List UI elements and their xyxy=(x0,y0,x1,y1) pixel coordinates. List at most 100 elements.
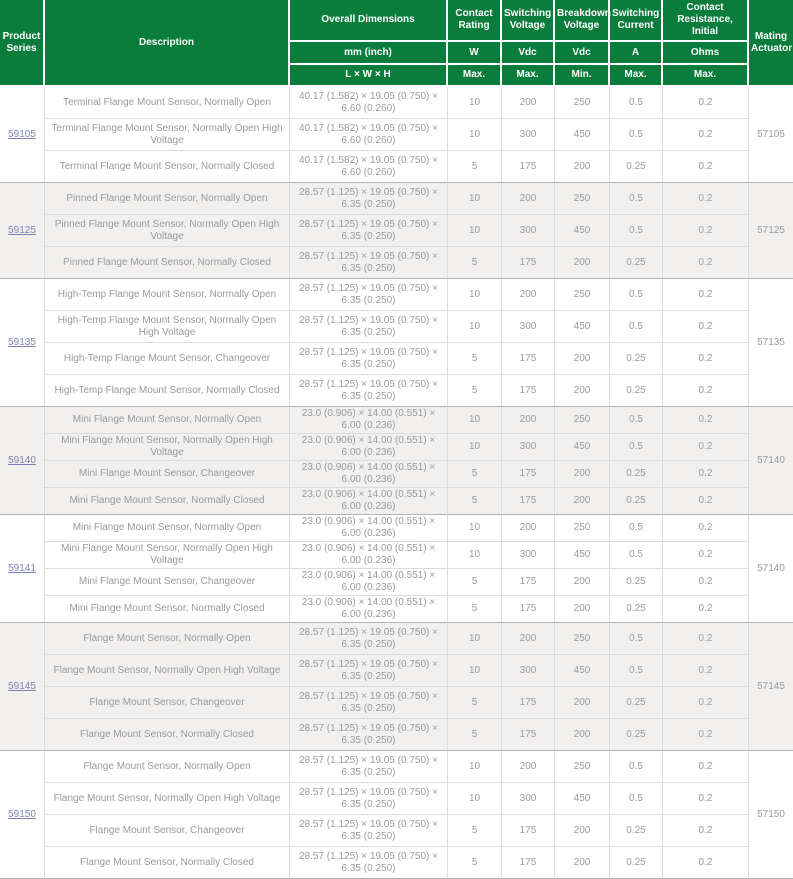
description-cell: Pinned Flange Mount Sensor, Normally Ope… xyxy=(45,215,290,247)
dimensions-cell: 28.57 (1.125) × 19.05 (0.750) × 6.35 (0.… xyxy=(290,687,448,719)
breakdown-voltage-cell: 250 xyxy=(555,183,610,215)
table-row: Mini Flange Mount Sensor, Normally Close… xyxy=(0,488,793,515)
product-series-link[interactable]: 59105 xyxy=(8,129,36,140)
description-cell: Mini Flange Mount Sensor, Normally Close… xyxy=(45,488,290,515)
unit-contact-resistance: Ohms xyxy=(663,42,749,65)
table-row: Flange Mount Sensor, Normally Closed 28.… xyxy=(0,719,793,751)
switching-voltage-cell: 175 xyxy=(502,461,555,488)
contact-resistance-cell: 0.2 xyxy=(663,719,749,751)
product-series-cell: 59105 xyxy=(0,87,45,183)
switching-voltage-cell: 200 xyxy=(502,751,555,783)
header-mating-actuator: Mating Actuator xyxy=(749,0,793,87)
header-description: Description xyxy=(45,0,290,87)
table-body: 59105 Terminal Flange Mount Sensor, Norma… xyxy=(0,87,793,879)
dimensions-cell: 23.0 (0.906) × 14.00 (0.551) × 6.00 (0.2… xyxy=(290,407,448,434)
breakdown-voltage-cell: 200 xyxy=(555,461,610,488)
dimensions-cell: 28.57 (1.125) × 19.05 (0.750) × 6.35 (0.… xyxy=(290,215,448,247)
breakdown-voltage-cell: 200 xyxy=(555,247,610,279)
description-cell: Mini Flange Mount Sensor, Changeover xyxy=(45,569,290,596)
breakdown-voltage-cell: 450 xyxy=(555,434,610,461)
contact-rating-cell: 10 xyxy=(448,434,502,461)
contact-rating-cell: 10 xyxy=(448,183,502,215)
product-series-link[interactable]: 59145 xyxy=(8,681,36,692)
breakdown-voltage-cell: 200 xyxy=(555,815,610,847)
switching-voltage-cell: 175 xyxy=(502,343,555,375)
switching-voltage-cell: 300 xyxy=(502,119,555,151)
table-row: 59135High-Temp Flange Mount Sensor, Norm… xyxy=(0,279,793,311)
contact-rating-cell: 10 xyxy=(448,655,502,687)
product-series-link[interactable]: 59135 xyxy=(8,337,36,348)
switching-current-cell: 0.25 xyxy=(610,343,663,375)
table-row: Flange Mount Sensor, Changeover 28.57 (1… xyxy=(0,687,793,719)
switching-voltage-cell: 175 xyxy=(502,719,555,751)
dimensions-cell: 28.57 (1.125) × 19.05 (0.750) × 6.35 (0.… xyxy=(290,783,448,815)
contact-rating-cell: 10 xyxy=(448,751,502,783)
limit-switching-voltage: Max. xyxy=(502,65,555,87)
description-cell: Flange Mount Sensor, Changeover xyxy=(45,815,290,847)
description-cell: Flange Mount Sensor, Changeover xyxy=(45,687,290,719)
product-series-link[interactable]: 59140 xyxy=(8,455,36,466)
switching-current-cell: 0.25 xyxy=(610,719,663,751)
product-series-link[interactable]: 59141 xyxy=(8,563,36,574)
description-cell: Pinned Flange Mount Sensor, Normally Clo… xyxy=(45,247,290,279)
contact-resistance-cell: 0.2 xyxy=(663,407,749,434)
header-product-series: Product Series xyxy=(0,0,45,87)
contact-resistance-cell: 0.2 xyxy=(663,488,749,515)
table-row: Pinned Flange Mount Sensor, Normally Clo… xyxy=(0,247,793,279)
dimensions-cell: 28.57 (1.125) × 19.05 (0.750) × 6.35 (0.… xyxy=(290,815,448,847)
contact-rating-cell: 10 xyxy=(448,515,502,542)
switching-voltage-cell: 300 xyxy=(502,783,555,815)
contact-resistance-cell: 0.2 xyxy=(663,655,749,687)
breakdown-voltage-cell: 200 xyxy=(555,151,610,183)
product-series-link[interactable]: 59125 xyxy=(8,225,36,236)
product-series-link[interactable]: 59150 xyxy=(8,809,36,820)
contact-resistance-cell: 0.2 xyxy=(663,687,749,719)
table-row: 59150Flange Mount Sensor, Normally Open … xyxy=(0,751,793,783)
description-cell: High-Temp Flange Mount Sensor, Changeove… xyxy=(45,343,290,375)
dimensions-cell: 40.17 (1.582) × 19.05 (0.750) × 6.60 (0.… xyxy=(290,151,448,183)
contact-rating-cell: 5 xyxy=(448,461,502,488)
dimensions-cell: 28.57 (1.125) × 19.05 (0.750) × 6.35 (0.… xyxy=(290,847,448,879)
switching-voltage-cell: 200 xyxy=(502,407,555,434)
contact-resistance-cell: 0.2 xyxy=(663,434,749,461)
switching-current-cell: 0.25 xyxy=(610,375,663,407)
switching-current-cell: 0.5 xyxy=(610,783,663,815)
contact-resistance-cell: 0.2 xyxy=(663,623,749,655)
mating-actuator-cell: 57125 xyxy=(749,183,793,279)
product-series-cell: 59125 xyxy=(0,183,45,279)
table-row: Terminal Flange Mount Sensor, Normally C… xyxy=(0,151,793,183)
breakdown-voltage-cell: 450 xyxy=(555,542,610,569)
description-cell: High-Temp Flange Mount Sensor, Normally … xyxy=(45,279,290,311)
table-row: Mini Flange Mount Sensor, Normally Open … xyxy=(0,434,793,461)
switching-current-cell: 0.5 xyxy=(610,407,663,434)
dimensions-cell: 23.0 (0.906) × 14.00 (0.551) × 6.00 (0.2… xyxy=(290,542,448,569)
dimensions-cell: 28.57 (1.125) × 19.05 (0.750) × 6.35 (0.… xyxy=(290,655,448,687)
switching-voltage-cell: 300 xyxy=(502,542,555,569)
contact-resistance-cell: 0.2 xyxy=(663,247,749,279)
description-cell: Mini Flange Mount Sensor, Normally Open … xyxy=(45,434,290,461)
switching-current-cell: 0.5 xyxy=(610,87,663,119)
description-cell: Mini Flange Mount Sensor, Normally Open … xyxy=(45,542,290,569)
limit-breakdown-voltage: Min. xyxy=(555,65,610,87)
breakdown-voltage-cell: 200 xyxy=(555,719,610,751)
table-row: 59140Mini Flange Mount Sensor, Normally … xyxy=(0,407,793,434)
contact-rating-cell: 10 xyxy=(448,311,502,343)
switching-current-cell: 0.5 xyxy=(610,119,663,151)
switching-voltage-cell: 200 xyxy=(502,183,555,215)
contact-resistance-cell: 0.2 xyxy=(663,215,749,247)
switching-current-cell: 0.25 xyxy=(610,247,663,279)
contact-rating-cell: 5 xyxy=(448,488,502,515)
contact-resistance-cell: 0.2 xyxy=(663,375,749,407)
description-cell: Flange Mount Sensor, Normally Open High … xyxy=(45,655,290,687)
unit-contact-rating: W xyxy=(448,42,502,65)
table-row: High-Temp Flange Mount Sensor, Normally … xyxy=(0,311,793,343)
breakdown-voltage-cell: 200 xyxy=(555,847,610,879)
switching-voltage-cell: 175 xyxy=(502,815,555,847)
mating-actuator-cell: 57150 xyxy=(749,751,793,879)
table-row: Mini Flange Mount Sensor, Changeover 23.… xyxy=(0,569,793,596)
dimensions-cell: 40.17 (1.582) × 19.05 (0.750) × 6.60 (0.… xyxy=(290,87,448,119)
dimensions-cell: 23.0 (0.906) × 14.00 (0.551) × 6.00 (0.2… xyxy=(290,488,448,515)
dimensions-cell: 28.57 (1.125) × 19.05 (0.750) × 6.35 (0.… xyxy=(290,311,448,343)
dimensions-cell: 28.57 (1.125) × 19.05 (0.750) × 6.35 (0.… xyxy=(290,719,448,751)
description-cell: Pinned Flange Mount Sensor, Normally Ope… xyxy=(45,183,290,215)
